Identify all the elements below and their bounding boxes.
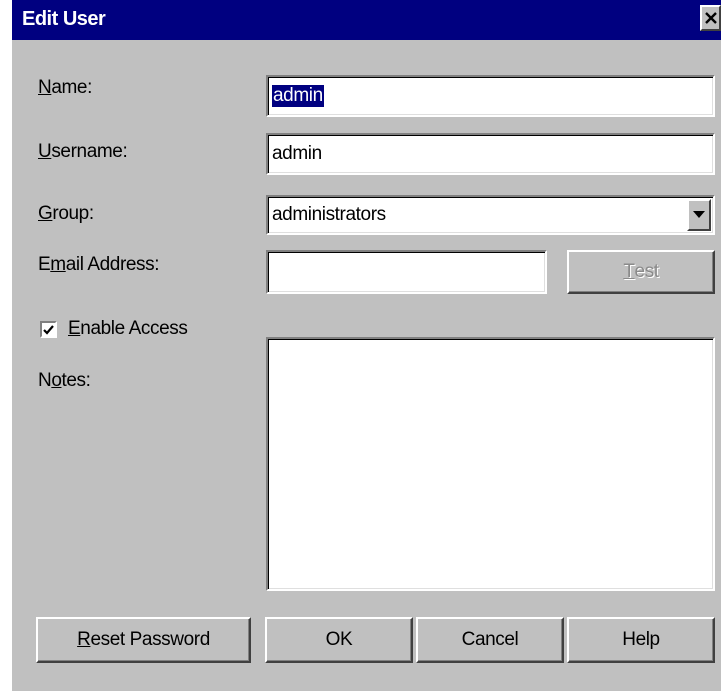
ok-button[interactable]: OK: [265, 617, 413, 663]
enable-access-label[interactable]: Enable Access: [68, 318, 188, 340]
username-label: Username:: [38, 141, 128, 162]
chevron-down-icon: [693, 211, 705, 218]
group-label: Group:: [38, 203, 94, 224]
name-input[interactable]: admin: [266, 75, 715, 117]
group-value: administrators: [272, 204, 386, 225]
dialog-title: Edit User: [22, 8, 106, 30]
username-input[interactable]: admin: [266, 133, 715, 175]
close-icon: [704, 12, 717, 24]
notes-textarea[interactable]: [266, 337, 715, 591]
close-button[interactable]: [700, 5, 721, 31]
notes-label: Notes:: [38, 370, 91, 391]
enable-access-checkbox[interactable]: [40, 321, 57, 338]
reset-password-button[interactable]: Reset Password: [36, 617, 251, 663]
group-dropdown-button[interactable]: [687, 199, 711, 231]
group-select[interactable]: administrators: [266, 195, 715, 235]
test-button[interactable]: Test: [567, 250, 715, 294]
name-label: Name:: [38, 77, 92, 98]
checkmark-icon: [43, 324, 54, 335]
email-label: Email Address:: [38, 254, 160, 275]
username-value: admin: [272, 143, 322, 164]
email-input[interactable]: [266, 250, 547, 294]
title-bar[interactable]: Edit User: [12, 0, 721, 40]
help-button[interactable]: Help: [567, 617, 715, 663]
cancel-button[interactable]: Cancel: [416, 617, 564, 663]
edit-user-dialog: Edit User Name: admin Username: admin Gr…: [12, 0, 721, 691]
name-value: admin: [272, 85, 324, 107]
